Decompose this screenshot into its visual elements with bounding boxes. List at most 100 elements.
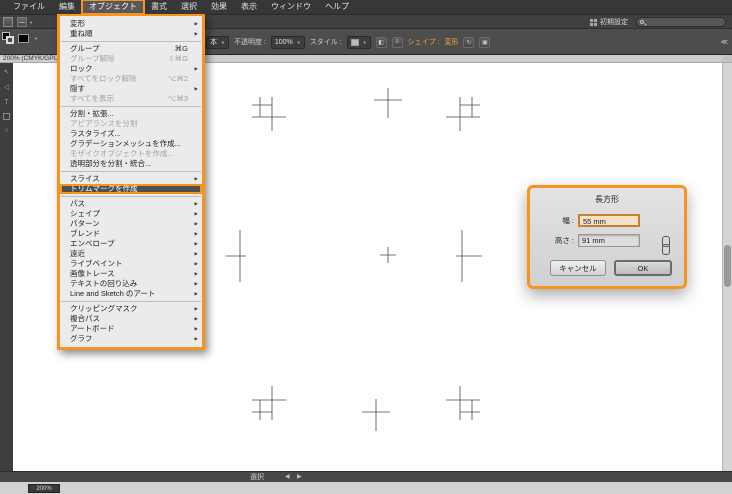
menu-item-label: クリッピングマスク: [70, 304, 138, 313]
menubar-item-label: 表示: [241, 2, 257, 11]
bottom-bar: 200%: [0, 482, 732, 494]
menubar-item[interactable]: 書式: [144, 0, 174, 14]
style-dropdown[interactable]: 本 ▼: [206, 35, 229, 49]
zoom-level-field[interactable]: 200%: [28, 484, 60, 493]
direct-selection-tool-icon[interactable]: ◁: [2, 83, 11, 92]
menu-item-label: 遠近: [70, 249, 85, 258]
width-field[interactable]: 55 mm: [578, 214, 640, 227]
previous-artboard-button[interactable]: ◀: [285, 473, 290, 482]
recolor-artwork-icon[interactable]: ◧: [375, 36, 387, 48]
menu-item[interactable]: テキストの回り込み: [60, 279, 202, 289]
menu-item-label: ラスタライズ...: [70, 129, 121, 138]
menubar-item[interactable]: ヘルプ: [318, 0, 356, 14]
menu-item[interactable]: グラフ: [60, 334, 202, 344]
menu-item-label: ロック: [70, 64, 93, 73]
scrollbar-corner: [722, 55, 732, 63]
menu-item[interactable]: 分割・拡張...: [60, 109, 202, 119]
menu-item[interactable]: アピアランスを分割: [60, 119, 202, 129]
menubar-item[interactable]: 選択: [174, 0, 204, 14]
isolate-icon[interactable]: ▣: [479, 36, 491, 48]
menubar-item[interactable]: 表示: [234, 0, 264, 14]
menubar-item[interactable]: 編集: [52, 0, 82, 14]
menubar-item[interactable]: オブジェクト: [81, 0, 145, 15]
menu-item[interactable]: パス: [60, 199, 202, 209]
menu-item-label: アートボード: [70, 324, 115, 333]
menu-bar: ファイル 編集 オブジェクト 書式 選択 効果 表示 ウィンドウ ヘルプ: [0, 0, 732, 15]
rectangle-dialog: 長方形 幅 : 55 mm 高さ : 91 mm キャンセル OK: [527, 185, 687, 289]
menubar-item[interactable]: ウィンドウ: [264, 0, 318, 14]
constrain-proportions-icon[interactable]: [661, 236, 670, 256]
arrange-documents-icon[interactable]: [17, 17, 27, 27]
shape-label[interactable]: シェイプ :: [408, 37, 440, 47]
selection-tool-icon[interactable]: ↖: [2, 68, 11, 77]
width-label: 幅 :: [562, 216, 574, 225]
menu-item-label: ライブペイント: [70, 259, 123, 268]
menu-item[interactable]: クリッピングマスク: [60, 304, 202, 314]
menu-item: [61, 106, 201, 107]
height-field[interactable]: 91 mm: [578, 234, 640, 247]
align-icon[interactable]: ≡: [391, 36, 403, 48]
menu-item-shortcut: ⌘G: [174, 44, 188, 53]
menu-item[interactable]: ライブペイント: [60, 259, 202, 269]
ok-button[interactable]: OK: [614, 260, 672, 276]
menu-item: [61, 301, 201, 302]
dialog-title: 長方形: [595, 195, 619, 204]
style-dropdown-partial-label: 本: [210, 39, 217, 46]
object-menu-dropdown: 変形 重ね順 グループ ⌘G グループ解除 ⇧⌘G ロック すべてをロック解除 …: [57, 13, 205, 350]
menu-item[interactable]: スライス: [60, 174, 202, 184]
cancel-button[interactable]: キャンセル: [550, 260, 606, 276]
menu-item[interactable]: 透明部分を分割・統合...: [60, 159, 202, 169]
menu-item[interactable]: ロック: [60, 64, 202, 74]
rotate-icon[interactable]: ↻: [463, 36, 475, 48]
menubar-item-label: ファイル: [13, 2, 45, 11]
menu-item[interactable]: グラデーションメッシュを作成...: [60, 139, 202, 149]
menu-item-label: トリムマークを作成: [70, 184, 138, 193]
graphic-style-dropdown[interactable]: ▼: [346, 35, 371, 49]
menu-item[interactable]: トリムマークを作成: [60, 184, 202, 194]
illustrator-window: ファイル 編集 オブジェクト 書式 選択 効果 表示 ウィンドウ ヘルプ ▼ 初…: [0, 0, 732, 494]
chevron-down-icon: ▼: [362, 39, 367, 45]
opacity-value: 100%: [274, 38, 293, 46]
menubar-item[interactable]: ファイル: [6, 0, 52, 14]
menu-item[interactable]: 画像トレース: [60, 269, 202, 279]
graphic-style-swatch: [350, 38, 359, 46]
fill-stroke-proxy-icon[interactable]: [2, 32, 14, 44]
menu-item[interactable]: ラスタライズ...: [60, 129, 202, 139]
menu-item-label: ブレンド: [70, 229, 100, 238]
menu-item[interactable]: エンベロープ: [60, 239, 202, 249]
zoom-tool-icon[interactable]: ○: [2, 126, 11, 135]
vertical-scrollbar-thumb[interactable]: [724, 245, 731, 287]
menu-item[interactable]: ブレンド: [60, 229, 202, 239]
menu-item[interactable]: グループ解除 ⇧⌘G: [60, 54, 202, 64]
opacity-dropdown[interactable]: 100% ▼: [270, 35, 305, 49]
menu-item[interactable]: すべてをロック解除 ⌥⌘2: [60, 74, 202, 84]
transform-link[interactable]: 変形: [444, 37, 458, 47]
menu-item[interactable]: 複合パス: [60, 314, 202, 324]
vertical-scrollbar[interactable]: [722, 63, 732, 471]
menu-item-label: グラフ: [70, 334, 93, 343]
menubar-item[interactable]: 効果: [204, 0, 234, 14]
collapse-panel-button[interactable]: ≪: [721, 38, 728, 46]
menu-item[interactable]: パターン: [60, 219, 202, 229]
menu-item[interactable]: 重ね順: [60, 29, 202, 39]
menu-item[interactable]: モザイクオブジェクトを作成...: [60, 149, 202, 159]
menu-item-label: スライス: [70, 174, 100, 183]
menu-item[interactable]: 遠近: [60, 249, 202, 259]
menu-item[interactable]: グループ ⌘G: [60, 44, 202, 54]
menu-item[interactable]: 変形: [60, 19, 202, 29]
search-input[interactable]: [636, 17, 726, 27]
rectangle-tool-icon[interactable]: [3, 113, 10, 120]
next-artboard-button[interactable]: ▶: [297, 473, 302, 482]
menu-item[interactable]: アートボード: [60, 324, 202, 334]
workspace-switcher[interactable]: 初期設定: [590, 15, 628, 29]
menu-item-shortcut: ⇧⌘G: [168, 54, 188, 63]
type-tool-icon[interactable]: T: [2, 98, 11, 107]
menu-item[interactable]: Line and Sketch のアート: [60, 289, 202, 299]
menu-item-label: 分割・拡張...: [70, 109, 114, 118]
menu-item[interactable]: シェイプ: [60, 209, 202, 219]
menu-item-label: 変形: [70, 19, 85, 28]
menu-item[interactable]: すべてを表示 ⌥⌘3: [60, 94, 202, 104]
fill-color-swatch[interactable]: [18, 33, 29, 43]
workspace-label: 初期設定: [600, 19, 628, 26]
menu-item[interactable]: 隠す: [60, 84, 202, 94]
